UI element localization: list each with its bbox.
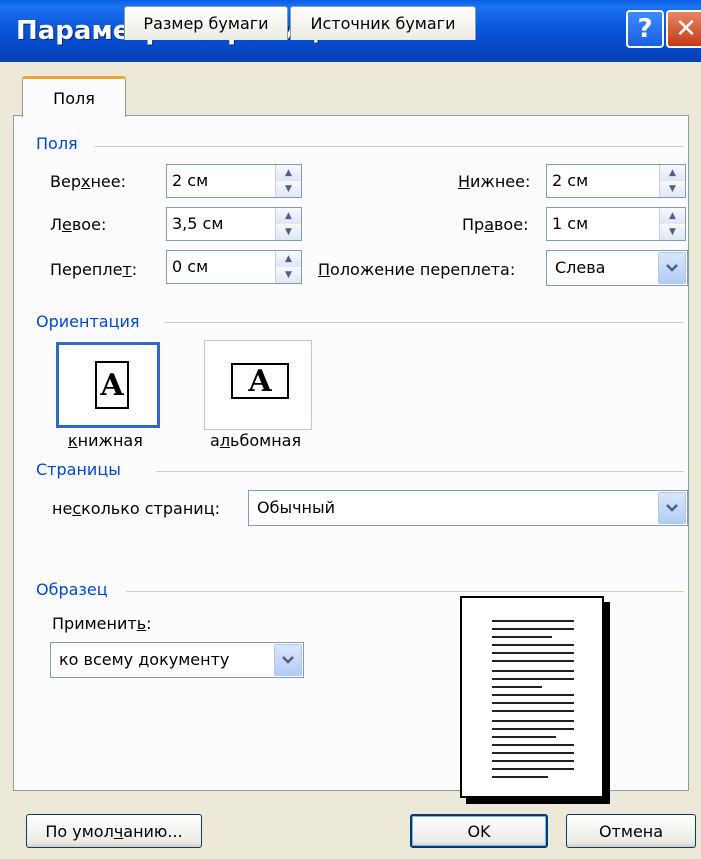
chevron-down-icon[interactable]	[658, 252, 686, 284]
multiple-pages-select[interactable]: Обычный	[248, 490, 688, 526]
landscape-page-icon: A	[231, 363, 289, 399]
left-margin-spinner[interactable]: 3,5 см ▲ ▼	[166, 207, 302, 241]
help-icon: ?	[637, 14, 653, 44]
apply-to-value: ко всему документу	[59, 650, 230, 669]
section-divider	[164, 322, 684, 323]
section-divider	[156, 471, 684, 472]
close-button[interactable]: ✕	[666, 10, 701, 48]
spin-up-icon[interactable]: ▲	[659, 165, 685, 181]
bottom-margin-spinner[interactable]: 2 см ▲ ▼	[546, 164, 686, 198]
chevron-down-icon[interactable]	[274, 644, 302, 676]
ok-button[interactable]: OK	[410, 814, 548, 848]
spin-down-icon[interactable]: ▼	[659, 224, 685, 240]
spin-down-icon[interactable]: ▼	[659, 181, 685, 197]
portrait-page-icon: A	[95, 361, 129, 409]
spin-up-icon[interactable]: ▲	[275, 251, 301, 267]
bottom-margin-label: Нижнее:	[458, 172, 531, 191]
close-icon: ✕	[675, 14, 697, 44]
spin-up-icon[interactable]: ▲	[275, 165, 301, 181]
left-margin-label: Левое:	[50, 215, 107, 234]
section-divider	[126, 591, 684, 592]
spin-down-icon[interactable]: ▼	[275, 181, 301, 197]
multiple-pages-label: несколько страниц:	[52, 499, 220, 518]
help-button[interactable]: ?	[626, 10, 664, 48]
page-setup-dialog: Параметры страницы ? ✕ Размер бумаги Ист…	[0, 0, 701, 859]
spin-up-icon[interactable]: ▲	[275, 208, 301, 224]
cancel-button[interactable]: Отмена	[566, 814, 696, 848]
default-button[interactable]: По умол ч анию...	[26, 814, 202, 848]
section-divider	[94, 146, 684, 147]
landscape-option[interactable]: A	[204, 340, 312, 430]
page-preview	[460, 596, 604, 798]
top-margin-value: 2 см	[172, 171, 209, 190]
tab-label: Источник бумаги	[310, 14, 456, 33]
section-preview: Образец	[36, 580, 108, 599]
bottom-margin-value: 2 см	[552, 171, 589, 190]
gutter-position-select[interactable]: Слева	[546, 250, 688, 286]
gutter-label: Переплет:	[50, 260, 138, 279]
gutter-position-label: Положение переплета:	[318, 260, 516, 279]
portrait-label: книжная	[68, 431, 143, 450]
right-margin-spinner[interactable]: 1 см ▲ ▼	[546, 207, 686, 241]
chevron-down-icon[interactable]	[658, 492, 686, 524]
tab-label: Размер бумаги	[143, 14, 269, 33]
portrait-option[interactable]: A	[56, 342, 160, 428]
gutter-value: 0 см	[172, 257, 209, 276]
right-margin-label: Правое:	[462, 215, 529, 234]
apply-to-select[interactable]: ко всему документу	[50, 642, 304, 678]
spin-down-icon[interactable]: ▼	[275, 224, 301, 240]
tab-paper-source[interactable]: Источник бумаги	[290, 6, 476, 40]
gutter-spinner[interactable]: 0 см ▲ ▼	[166, 250, 302, 284]
gutter-position-value: Слева	[555, 258, 606, 277]
spin-down-icon[interactable]: ▼	[275, 267, 301, 283]
section-pages: Страницы	[36, 460, 121, 479]
section-orientation: Ориентация	[36, 312, 140, 331]
spin-up-icon[interactable]: ▲	[659, 208, 685, 224]
multiple-pages-value: Обычный	[257, 498, 336, 517]
top-margin-label: Верхнее:	[50, 172, 126, 191]
top-margin-spinner[interactable]: 2 см ▲ ▼	[166, 164, 302, 198]
tab-label: Поля	[53, 88, 95, 108]
section-margins: Поля	[36, 134, 78, 153]
right-margin-value: 1 см	[552, 214, 589, 233]
left-margin-value: 3,5 см	[172, 214, 224, 233]
tab-margins[interactable]: Поля	[22, 76, 126, 117]
landscape-label: альбомная	[210, 431, 302, 450]
apply-to-label: Применить:	[52, 614, 152, 633]
tab-paper-size[interactable]: Размер бумаги	[124, 6, 288, 40]
